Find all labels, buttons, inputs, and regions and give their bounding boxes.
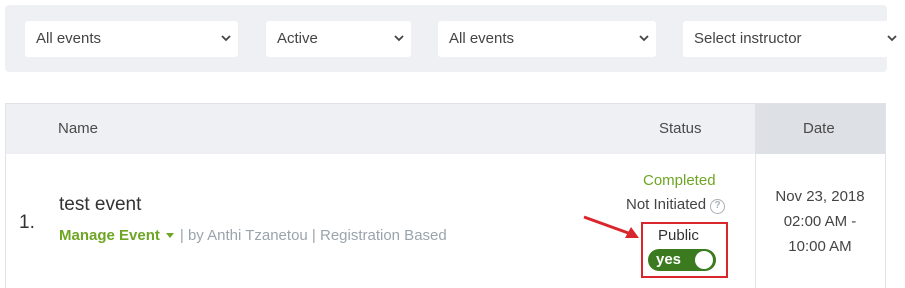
manage-event-link[interactable]: Manage Event <box>59 227 160 244</box>
event-type-select-value: All events <box>36 30 102 47</box>
date-line-1: Nov 23, 2018 <box>775 188 865 205</box>
caret-down-icon[interactable] <box>165 232 174 238</box>
chevron-down-icon <box>221 34 231 43</box>
table-row: 1. test event Manage Event | by Anthi Tza… <box>6 154 885 288</box>
help-icon[interactable]: ? <box>710 199 726 214</box>
name-column-header[interactable]: Name <box>58 104 98 154</box>
event-category-select[interactable]: All events <box>438 21 656 57</box>
event-meta: Manage Event | by Anthi Tzanetou | Regist… <box>59 227 447 244</box>
event-title[interactable]: test event <box>59 194 141 216</box>
filter-bar: All events Active All events Select inst… <box>5 5 904 72</box>
chevron-down-icon <box>887 34 897 43</box>
toggle-knob <box>695 251 713 269</box>
toggle-label: yes <box>656 251 682 268</box>
status-select[interactable]: Active <box>266 21 411 57</box>
instructor-select[interactable]: Select instructor <box>683 21 904 57</box>
public-toggle[interactable]: yes <box>648 249 716 271</box>
date-line-2: 02:00 AM - <box>783 213 857 230</box>
visibility-label: Public <box>658 227 699 244</box>
event-type-select[interactable]: All events <box>25 21 238 57</box>
chevron-down-icon <box>639 34 649 43</box>
status-completed: Completed <box>643 172 716 189</box>
event-category-select-value: All events <box>449 30 515 47</box>
annotation-arrow-icon <box>583 215 639 238</box>
row-number: 1. <box>19 212 35 233</box>
date-line-3: 10:00 AM <box>788 238 852 255</box>
instructor-select-value: Select instructor <box>694 30 802 47</box>
events-table: Name Status Date 1. test event Manage Ev… <box>5 103 886 288</box>
event-date: Nov 23, 2018 02:00 AM - 10:00 AM <box>755 184 885 259</box>
status-select-value: Active <box>277 30 318 47</box>
date-column-header[interactable]: Date <box>803 104 835 154</box>
chevron-down-icon <box>394 34 404 43</box>
status-not-initiated-text: Not Initiated <box>626 196 707 213</box>
status-column-header[interactable]: Status <box>659 104 702 154</box>
table-header: Name Status Date <box>6 104 885 154</box>
status-not-initiated: Not Initiated? <box>626 196 726 214</box>
event-meta-text: | by Anthi Tzanetou | Registration Based <box>179 227 447 244</box>
